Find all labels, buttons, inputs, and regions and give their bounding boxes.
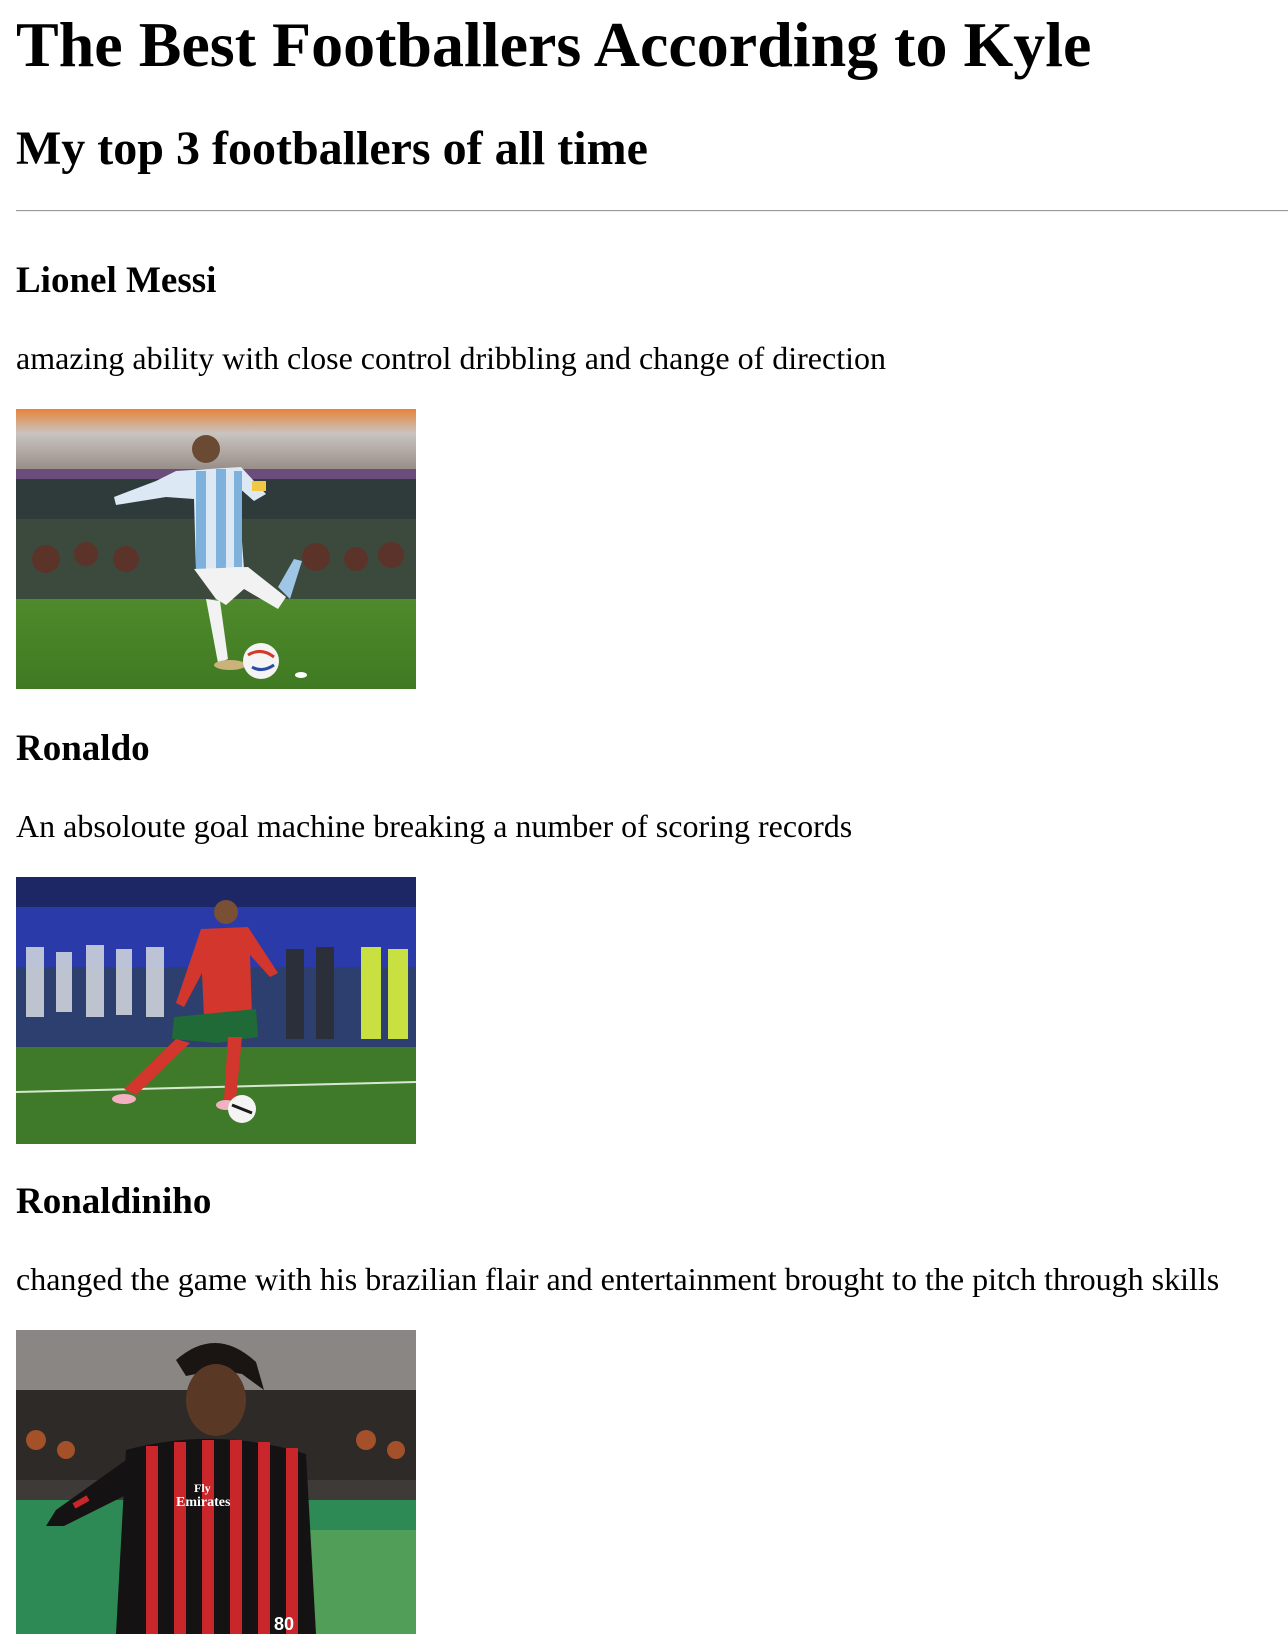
player-name: Lionel Messi bbox=[16, 260, 217, 301]
player-photo-ronaldinho: Fly Emirates 80 bbox=[16, 1330, 416, 1634]
svg-text:Emirates: Emirates bbox=[176, 1495, 231, 1510]
svg-text:80: 80 bbox=[274, 1614, 294, 1634]
player-description: An absoloute goal machine breaking a num… bbox=[16, 808, 853, 844]
section-divider bbox=[16, 210, 1288, 212]
page-title: The Best Footballers According to Kyle bbox=[16, 9, 1092, 80]
player-name: Ronaldiniho bbox=[16, 1181, 212, 1222]
player-description: changed the game with his brazilian flai… bbox=[16, 1261, 1220, 1297]
player-photo-ronaldo bbox=[16, 877, 416, 1144]
player-name: Ronaldo bbox=[16, 728, 150, 769]
svg-text:Fly: Fly bbox=[194, 1481, 211, 1495]
page-subtitle: My top 3 footballers of all time bbox=[16, 122, 648, 175]
player-description: amazing ability with close control dribb… bbox=[16, 340, 886, 376]
player-photo-messi bbox=[16, 409, 416, 689]
